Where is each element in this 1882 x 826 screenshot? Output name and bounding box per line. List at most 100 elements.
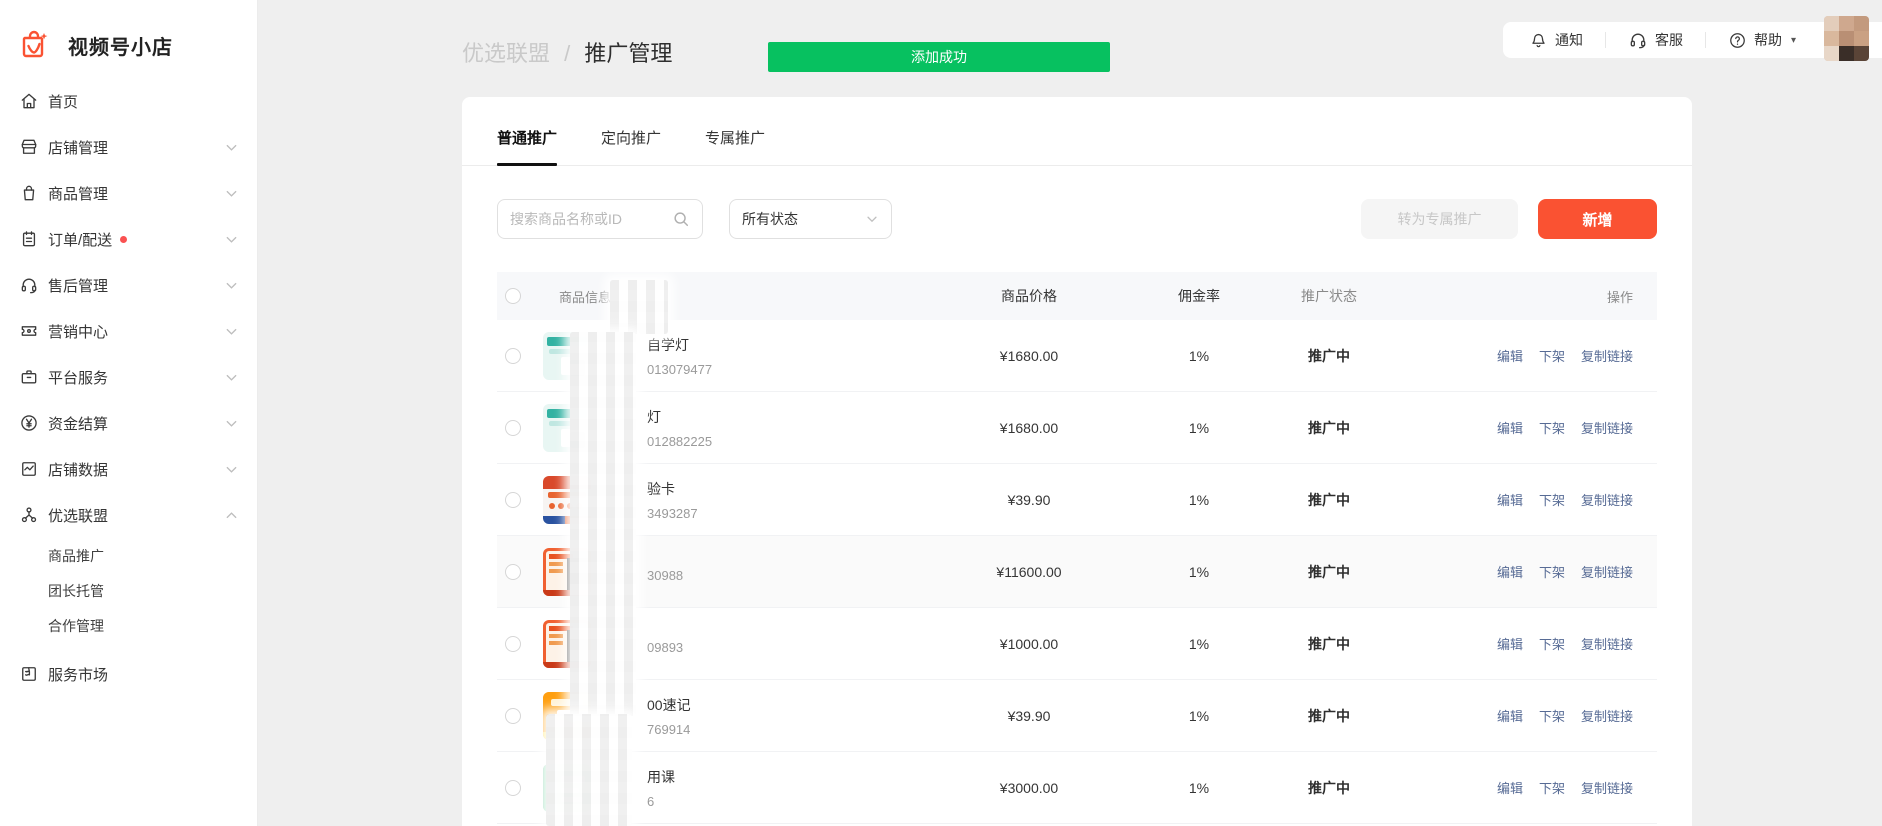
copy-link-link[interactable]: 复制链接: [1581, 709, 1633, 724]
status-cell: 推广中: [1269, 778, 1389, 798]
copy-link-link[interactable]: 复制链接: [1581, 421, 1633, 436]
copy-link-link[interactable]: 复制链接: [1581, 349, 1633, 364]
home-icon: [18, 90, 40, 112]
sidebar-item-平台服务[interactable]: 平台服务: [0, 354, 257, 400]
copy-link-link[interactable]: 复制链接: [1581, 493, 1633, 508]
breadcrumb-parent[interactable]: 优选联盟: [462, 41, 550, 66]
edit-link[interactable]: 编辑: [1497, 421, 1523, 436]
topbar-divider: [1705, 32, 1706, 48]
sidebar-item-label: 优选联盟: [48, 505, 108, 526]
edit-link[interactable]: 编辑: [1497, 709, 1523, 724]
table-row: 验卡3493287¥39.901%推广中编辑下架复制链接: [497, 464, 1657, 536]
commission-cell: 1%: [1129, 420, 1269, 436]
unlist-link[interactable]: 下架: [1539, 781, 1565, 796]
privacy-blur: [546, 714, 632, 826]
sidebar-item-店铺管理[interactable]: 店铺管理: [0, 124, 257, 170]
column-header: 商品价格: [929, 286, 1129, 306]
table-header-row: 商品信息商品价格佣金率推广状态操作: [497, 272, 1657, 320]
topbar-label: 帮助: [1754, 30, 1782, 50]
edit-link[interactable]: 编辑: [1497, 349, 1523, 364]
unlist-link[interactable]: 下架: [1539, 349, 1565, 364]
copy-link-link[interactable]: 复制链接: [1581, 565, 1633, 580]
price-cell: ¥1680.00: [929, 348, 1129, 364]
commission-cell: 1%: [1129, 348, 1269, 364]
table-row: 用课6¥3000.001%推广中编辑下架复制链接: [497, 752, 1657, 824]
copy-link-link[interactable]: 复制链接: [1581, 637, 1633, 652]
search-input[interactable]: [510, 211, 672, 227]
sidebar-item-营销中心[interactable]: 营销中心: [0, 308, 257, 354]
price-cell: ¥39.90: [929, 492, 1129, 508]
search-icon[interactable]: [672, 210, 690, 228]
unlist-link[interactable]: 下架: [1539, 565, 1565, 580]
row-select-cell: [497, 420, 533, 436]
sidebar-subitem-商品推广[interactable]: 商品推广: [0, 538, 257, 573]
add-button[interactable]: 新增: [1538, 199, 1657, 239]
caret-down-icon: ▾: [1791, 35, 1796, 46]
notification-dot: [120, 236, 127, 243]
edit-link[interactable]: 编辑: [1497, 565, 1523, 580]
table-row: 灯012882225¥1680.001%推广中编辑下架复制链接: [497, 392, 1657, 464]
status-cell: 推广中: [1269, 562, 1389, 582]
sidebar-item-售后管理[interactable]: 售后管理: [0, 262, 257, 308]
row-checkbox[interactable]: [505, 564, 521, 580]
status-filter-select[interactable]: 所有状态: [729, 199, 892, 239]
unlist-link[interactable]: 下架: [1539, 709, 1565, 724]
sidebar-nav: 首页店铺管理商品管理订单/配送售后管理营销中心平台服务资金结算店铺数据优选联盟商…: [0, 78, 257, 697]
commission-cell: 1%: [1129, 780, 1269, 796]
edit-link[interactable]: 编辑: [1497, 781, 1523, 796]
actions-cell: 编辑 下架 复制链接: [1389, 634, 1657, 653]
sidebar-subitem-团长托管[interactable]: 团长托管: [0, 573, 257, 608]
row-checkbox[interactable]: [505, 780, 521, 796]
sidebar-subitem-合作管理[interactable]: 合作管理: [0, 608, 257, 643]
row-checkbox[interactable]: [505, 708, 521, 724]
tab-专属推广[interactable]: 专属推广: [705, 127, 765, 165]
topbar-通知-button[interactable]: 通知: [1529, 30, 1583, 50]
brand-name: 视频号小店: [68, 31, 173, 60]
row-checkbox[interactable]: [505, 636, 521, 652]
sidebar-item-首页[interactable]: 首页: [0, 78, 257, 124]
status-cell: 推广中: [1269, 346, 1389, 366]
search-box[interactable]: [497, 199, 703, 239]
row-checkbox[interactable]: [505, 348, 521, 364]
briefcase-icon: [18, 366, 40, 388]
topbar-divider: [1605, 32, 1606, 48]
headset-icon: [1628, 30, 1648, 50]
breadcrumb: 优选联盟 / 推广管理: [462, 36, 672, 68]
sidebar-item-资金结算[interactable]: 资金结算: [0, 400, 257, 446]
headset-icon: [18, 274, 40, 296]
table-row: 自学灯013079477¥1680.001%推广中编辑下架复制链接: [497, 320, 1657, 392]
alliance-icon: [18, 504, 40, 526]
chart-icon: [18, 458, 40, 480]
tab-普通推广[interactable]: 普通推广: [497, 127, 557, 165]
sidebar-item-店铺数据[interactable]: 店铺数据: [0, 446, 257, 492]
row-checkbox[interactable]: [505, 492, 521, 508]
tab-定向推广[interactable]: 定向推广: [601, 127, 661, 165]
sidebar-item-订单/配送[interactable]: 订单/配送: [0, 216, 257, 262]
sidebar: 视频号小店 首页店铺管理商品管理订单/配送售后管理营销中心平台服务资金结算店铺数…: [0, 0, 258, 826]
chevron-up-icon: [224, 508, 239, 523]
sidebar-item-优选联盟[interactable]: 优选联盟: [0, 492, 257, 538]
copy-link-link[interactable]: 复制链接: [1581, 781, 1633, 796]
sidebar-item-商品管理[interactable]: 商品管理: [0, 170, 257, 216]
avatar[interactable]: [1824, 16, 1869, 61]
topbar-客服-button[interactable]: 客服: [1628, 30, 1683, 50]
unlist-link[interactable]: 下架: [1539, 421, 1565, 436]
edit-link[interactable]: 编辑: [1497, 493, 1523, 508]
sidebar-item-label: 订单/配送: [48, 229, 112, 250]
sidebar-item-label: 店铺数据: [48, 459, 108, 480]
actions-cell: 编辑 下架 复制链接: [1389, 346, 1657, 365]
convert-to-exclusive-button[interactable]: 转为专属推广: [1361, 199, 1518, 239]
status-filter-value: 所有状态: [742, 209, 865, 229]
row-checkbox[interactable]: [505, 420, 521, 436]
unlist-link[interactable]: 下架: [1539, 637, 1565, 652]
sidebar-item-服务市场[interactable]: 服务市场: [0, 651, 257, 697]
select-all-checkbox[interactable]: [505, 288, 521, 304]
row-select-cell: [497, 564, 533, 580]
price-cell: ¥39.90: [929, 708, 1129, 724]
commission-cell: 1%: [1129, 564, 1269, 580]
topbar-帮助-button[interactable]: 帮助 ▾: [1728, 30, 1796, 50]
edit-link[interactable]: 编辑: [1497, 637, 1523, 652]
page-title: 推广管理: [584, 41, 672, 66]
ticket-icon: [18, 320, 40, 342]
unlist-link[interactable]: 下架: [1539, 493, 1565, 508]
